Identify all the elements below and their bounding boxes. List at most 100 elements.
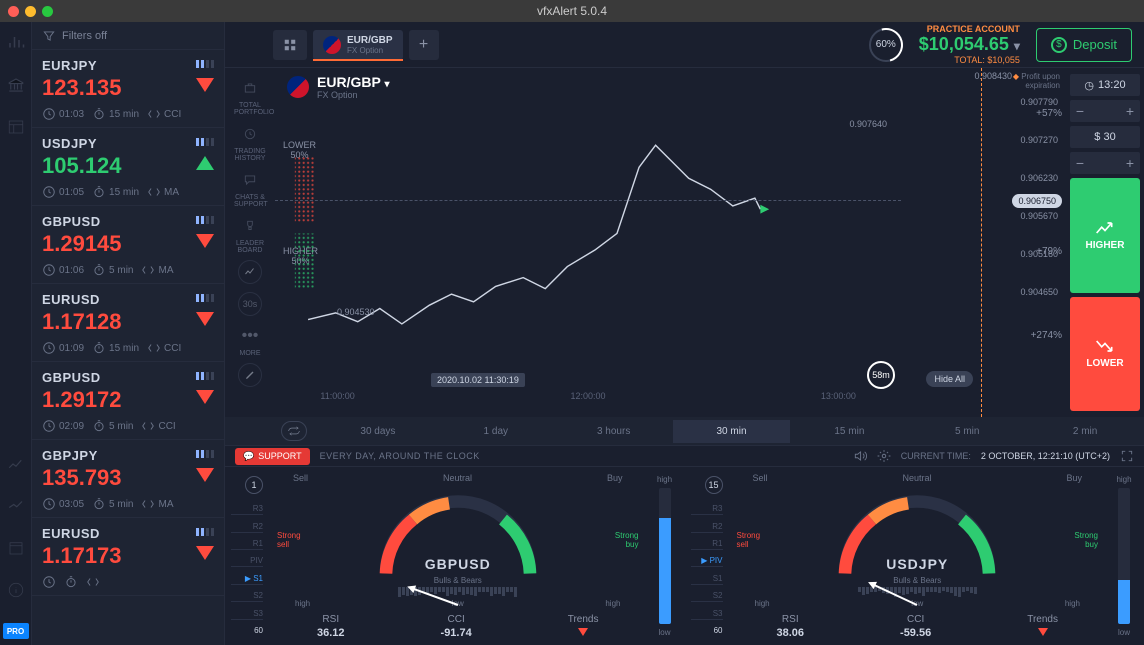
levels-col: 1 R3R2R1PIV▶ S1S2S3 60	[231, 473, 265, 639]
timer-icon	[92, 185, 106, 199]
indicator-icon	[147, 107, 161, 121]
account-block[interactable]: PRACTICE ACCOUNT $10,054.65 ▾ TOTAL: $10…	[919, 24, 1020, 65]
calendar-icon[interactable]	[7, 539, 25, 557]
minimize-icon[interactable]	[25, 6, 36, 17]
close-icon[interactable]	[8, 6, 19, 17]
price-level: 0.907790	[1016, 96, 1062, 108]
maximize-icon[interactable]	[42, 6, 53, 17]
indicator-icon	[141, 263, 155, 277]
chart-header[interactable]: EUR/GBP ▾ FX Option	[285, 74, 389, 100]
chart-icon[interactable]	[7, 455, 25, 473]
bank-icon[interactable]	[7, 76, 25, 94]
account-total: TOTAL: $10,055	[919, 55, 1020, 65]
timeframe-option[interactable]: 30 min	[673, 420, 791, 443]
sound-icon[interactable]	[853, 449, 867, 463]
price-axis: ◆ Profit upon expiration 0.908430 0.9077…	[981, 68, 1066, 417]
support-button[interactable]: 💬SUPPORT	[235, 448, 310, 465]
filter-icon	[42, 29, 56, 43]
chart-svg	[275, 68, 981, 377]
timeframe-option[interactable]: 3 hours	[555, 420, 673, 443]
tool-leaderboard[interactable]: LEADER BOARD	[234, 214, 266, 254]
x-axis-labels: 11:00:0012:00:0013:00:00	[275, 391, 901, 401]
level-R1: R1	[231, 538, 263, 550]
signal-card[interactable]: EURUSD 1.17128 01:09 15 min CCI	[32, 284, 224, 362]
low-price: 0.904530	[333, 306, 379, 318]
amount-field[interactable]: $ 30	[1070, 126, 1140, 148]
trend-icon[interactable]	[7, 497, 25, 515]
timeframe-option[interactable]: 2 min	[1026, 420, 1144, 443]
timer-icon	[92, 107, 106, 121]
price-chart[interactable]: EUR/GBP ▾ FX Option LOWER50% HIGHER50%	[275, 68, 981, 417]
topbar: EUR/GBP FX Option + 60% PRACTICE ACCOUNT…	[225, 22, 1144, 68]
signals-icon[interactable]	[7, 34, 25, 52]
bottom-panel: 💬SUPPORT EVERY DAY, AROUND THE CLOCK CUR…	[225, 445, 1144, 645]
add-tab-button[interactable]: +	[409, 30, 439, 60]
window-controls[interactable]	[8, 6, 53, 17]
grid-button[interactable]	[273, 30, 307, 60]
gauge-tf[interactable]: 15	[705, 476, 723, 494]
hide-all-button[interactable]: Hide All	[926, 371, 973, 387]
clock-icon	[42, 575, 56, 589]
gear-icon[interactable]	[877, 449, 891, 463]
timeframe-option[interactable]: 15 min	[790, 420, 908, 443]
signal-card[interactable]: EURJPY 123.135 01:03 15 min CCI	[32, 50, 224, 128]
signal-card[interactable]: USDJPY 105.124 01:05 15 min MA	[32, 128, 224, 206]
tab-eurgbp[interactable]: EUR/GBP FX Option	[313, 30, 403, 60]
price-level: 0.906230	[1016, 172, 1062, 184]
signal-card[interactable]: GBPUSD 1.29145 01:06 5 min MA	[32, 206, 224, 284]
loop-button[interactable]	[281, 421, 307, 441]
expiry-marker[interactable]: 58m	[867, 361, 895, 389]
app-rail: PRO	[0, 22, 32, 645]
tool-history[interactable]: TRADING HISTORY	[234, 122, 266, 162]
chart-wrap: TOTAL PORTFOLIO TRADING HISTORY CHATS & …	[225, 68, 1144, 417]
filters-toggle[interactable]: Filters off	[32, 22, 224, 50]
payout-pct[interactable]: 60%	[869, 28, 903, 62]
tool-chart-type[interactable]	[234, 260, 266, 286]
higher-button[interactable]: HIGHER	[1070, 178, 1140, 293]
current-time-label: CURRENT TIME:	[901, 451, 971, 461]
tool-portfolio[interactable]: TOTAL PORTFOLIO	[234, 76, 266, 116]
level-R2: R2	[691, 521, 723, 533]
tool-chat[interactable]: CHATS & SUPPORT	[234, 168, 266, 208]
deposit-button[interactable]: $ Deposit	[1036, 28, 1132, 62]
timeframe-option[interactable]: 30 days	[319, 420, 437, 443]
chat-icon	[243, 173, 257, 187]
layout-icon[interactable]	[7, 118, 25, 136]
signal-pair: GBPUSD	[42, 370, 214, 385]
timeframe-option[interactable]: 1 day	[437, 420, 555, 443]
signal-card[interactable]: EURUSD 1.17173	[32, 518, 224, 596]
signal-card[interactable]: GBPJPY 135.793 03:05 5 min MA	[32, 440, 224, 518]
trend-down-icon	[1038, 628, 1048, 636]
bottom-header: 💬SUPPORT EVERY DAY, AROUND THE CLOCK CUR…	[225, 446, 1144, 467]
level-S3: S3	[691, 608, 723, 620]
tool-timeframe[interactable]: 30s	[234, 292, 266, 318]
amount-stepper[interactable]: −+	[1070, 152, 1140, 174]
gauge-block: 15 R3R2R1▶ PIVS1S2S3 60 SellNeutralBuy S…	[685, 467, 1144, 645]
fullscreen-icon[interactable]	[1120, 449, 1134, 463]
loop-icon	[287, 426, 301, 436]
info-icon[interactable]	[7, 581, 25, 599]
lower-button[interactable]: LOWER	[1070, 297, 1140, 412]
chart-flag-icon	[285, 74, 311, 100]
clock-icon	[42, 497, 56, 511]
price-level: 0.905670	[1016, 210, 1062, 222]
signal-pair: EURUSD	[42, 526, 214, 541]
timer-icon	[64, 575, 78, 589]
pencil-icon	[244, 369, 256, 381]
peak-price: 0.907640	[845, 118, 891, 130]
expiry-stepper[interactable]: −+	[1070, 100, 1140, 122]
indicator-icon	[147, 185, 161, 199]
current-price-badge: 0.906750	[1012, 194, 1062, 208]
pro-badge[interactable]: PRO	[3, 623, 29, 639]
clock-icon	[42, 185, 56, 199]
gauge-center: SellNeutralBuy Strongsell Strongbuy USDJ…	[729, 473, 1107, 639]
gauge-tf[interactable]: 1	[245, 476, 263, 494]
timeframe-option[interactable]: 5 min	[908, 420, 1026, 443]
tab-type: FX Option	[347, 46, 393, 55]
signal-card[interactable]: GBPUSD 1.29172 02:09 5 min CCI	[32, 362, 224, 440]
expiry-time[interactable]: ◷13:20	[1070, 74, 1140, 96]
tool-more[interactable]: •••MORE	[234, 324, 266, 357]
arrow-down-icon	[196, 390, 214, 404]
trend-down-icon	[578, 628, 588, 636]
tool-draw[interactable]	[234, 363, 266, 389]
